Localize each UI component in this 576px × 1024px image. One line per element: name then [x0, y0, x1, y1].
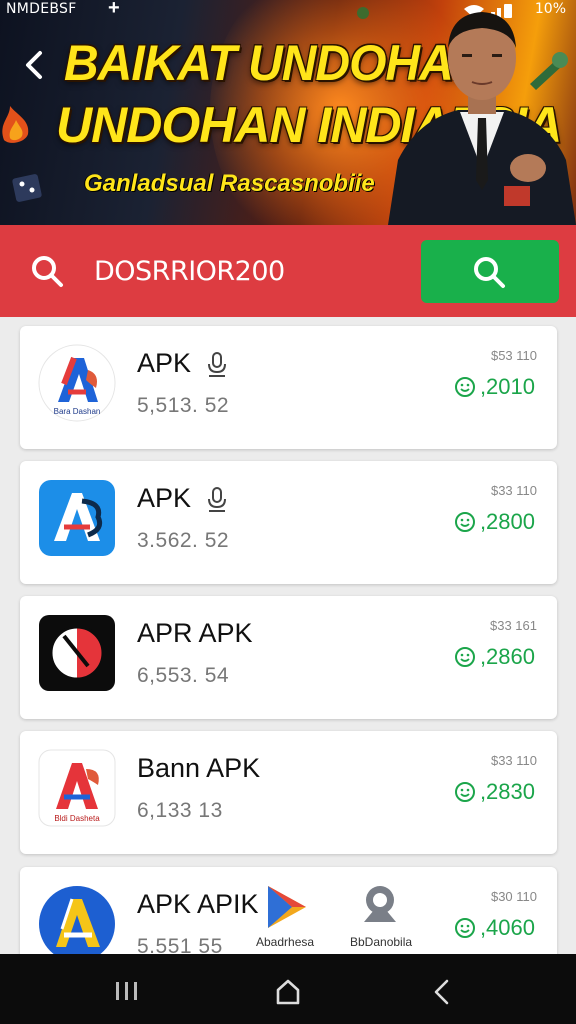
fire-decoration — [2, 106, 29, 143]
app-stats: 5,513. 52 — [137, 394, 230, 417]
app-stats: 6,553. 54 — [137, 664, 230, 687]
screen: NMDEBSF + 10% BAIKAT UNDOHAN UNDOHAN IND… — [0, 0, 576, 1024]
price-label: $33 110 — [490, 483, 537, 498]
app-name: APK APIK — [137, 889, 259, 919]
app-logo-icon: Bara Dashan — [38, 344, 116, 422]
app-name: APK — [137, 483, 192, 513]
search-input[interactable]: DOSRRIOR200 — [94, 256, 285, 287]
app-logo-icon — [39, 480, 115, 556]
user-profile-icon[interactable] — [356, 882, 404, 932]
smiley-icon — [455, 647, 475, 667]
price-value: ,4060 — [479, 915, 535, 940]
back-icon[interactable] — [432, 978, 452, 1006]
price-label: $53 110 — [490, 348, 537, 363]
play-store-icon[interactable] — [262, 882, 312, 932]
price-label: $30 110 — [490, 889, 537, 904]
presenter-image — [388, 12, 576, 225]
price-label: $33 161 — [490, 618, 537, 633]
app-stats: 6,133 13 — [137, 799, 223, 822]
app-list-item[interactable]: APR APK 6,553. 54 $33 161 ,2860 — [20, 596, 557, 719]
banner-subtitle: Ganladsual Rascasnobiie — [84, 170, 375, 197]
price-value: ,2860 — [479, 644, 535, 669]
status-plus: + — [108, 0, 120, 19]
search-button-icon — [474, 257, 505, 288]
profile-label: BbDanobila — [350, 935, 413, 949]
smiley-icon — [455, 377, 475, 397]
price-label: $33 110 — [490, 753, 537, 768]
recents-icon[interactable] — [114, 980, 140, 1002]
play-store-label: Abadrhesa — [256, 935, 315, 949]
app-logo-icon — [39, 615, 115, 691]
price-value: ,2830 — [479, 779, 535, 804]
microphone-icon — [208, 352, 226, 377]
app-logo-icon — [39, 886, 115, 962]
price-value: ,2010 — [479, 374, 535, 399]
back-arrow-icon[interactable] — [22, 50, 48, 80]
microphone-icon — [208, 487, 226, 512]
smiley-icon — [455, 512, 475, 532]
price-value: ,2800 — [479, 509, 535, 534]
home-icon[interactable] — [274, 978, 302, 1006]
app-logo-caption: Bldi Dasheta — [54, 814, 100, 823]
app-name: APR APK — [137, 618, 253, 648]
app-logo-icon: Bldi Dasheta — [38, 749, 116, 827]
smiley-icon — [455, 782, 475, 802]
status-text: NMDEBSF — [6, 1, 77, 17]
app-logo-caption: Bara Dashan — [54, 407, 101, 416]
app-list-item[interactable]: Bara Dashan APK 5,513. 52 $53 110 ,2010 — [20, 326, 557, 449]
app-name: APK — [137, 348, 192, 378]
app-name: Bann APK — [137, 753, 261, 783]
search-button[interactable] — [421, 240, 559, 303]
search-icon — [32, 256, 63, 287]
promo-banner[interactable]: NMDEBSF + 10% BAIKAT UNDOHAN UNDOHAN IND… — [0, 0, 576, 225]
smiley-icon — [455, 918, 475, 938]
app-stats: 3.562. 52 — [137, 529, 230, 552]
dice-decoration — [12, 174, 42, 202]
system-nav-bar — [0, 954, 576, 1024]
app-list-item[interactable]: Bldi Dasheta Bann APK 6,133 13 $33 110 ,… — [20, 731, 557, 854]
app-list-item[interactable]: APK 3.562. 52 $33 110 ,2800 — [20, 461, 557, 584]
